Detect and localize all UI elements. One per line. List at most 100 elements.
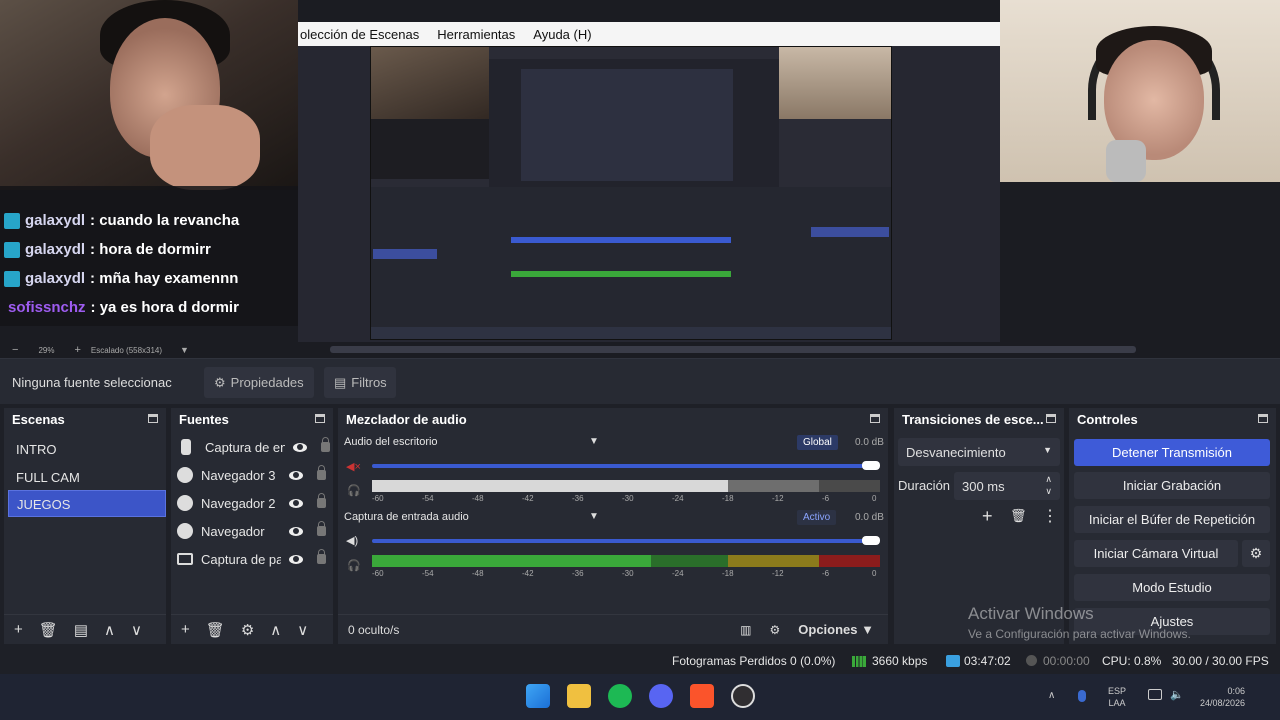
filter-icon[interactable]: ▤ (74, 621, 88, 639)
add-icon[interactable]: + (181, 621, 190, 638)
preview-canvas[interactable] (370, 46, 892, 340)
lock-icon[interactable] (317, 521, 326, 536)
options-label: Opciones (798, 622, 858, 637)
visibility-eye-icon[interactable] (289, 526, 303, 536)
scale-dropdown-icon[interactable]: ▼ (180, 345, 189, 355)
visibility-eye-icon[interactable] (289, 470, 303, 480)
trash-icon[interactable]: 🗑 (1010, 508, 1027, 524)
scene-item-intro[interactable]: INTRO (8, 436, 166, 463)
channel-menu-icon[interactable]: ▼ (589, 511, 599, 522)
spotify-icon[interactable] (608, 684, 632, 708)
properties-button[interactable]: ⚙ Propiedades (204, 367, 314, 398)
volume-slider[interactable] (372, 539, 872, 543)
visibility-eye-icon[interactable] (289, 498, 303, 508)
file-explorer-icon[interactable] (567, 684, 591, 708)
chat-message: galaxydl : hora de dormirr (4, 241, 211, 258)
lock-icon[interactable] (317, 493, 326, 508)
browser-globe-icon (177, 495, 193, 511)
trash-icon[interactable]: 🗑 (39, 621, 58, 639)
source-item[interactable]: Navegador 3 (177, 462, 331, 488)
nested-taskbar (371, 327, 891, 339)
move-up-icon[interactable]: ∧ (104, 621, 115, 639)
keyboard-layout: LAA (1108, 698, 1126, 708)
chat-badge-icon (4, 270, 20, 287)
source-name: Captura de en (205, 439, 285, 455)
volume-slider[interactable] (372, 464, 872, 468)
visibility-eye-icon[interactable] (293, 442, 307, 452)
duration-stepper[interactable]: ∧ ∨ (1045, 473, 1052, 497)
undock-icon[interactable] (148, 414, 158, 423)
filters-button[interactable]: ▤ Filtros (324, 367, 396, 398)
scenes-toolbar: + 🗑 ▤ ∧ ∨ (4, 614, 166, 644)
source-item[interactable]: Navegador 2 (177, 490, 331, 516)
trash-icon[interactable]: 🗑 (206, 621, 225, 639)
undock-icon[interactable] (1258, 414, 1268, 423)
start-replay-buffer-button[interactable]: Iniciar el Búfer de Repetición (1074, 506, 1270, 533)
zoom-out-button[interactable]: − (12, 344, 18, 356)
clock[interactable]: 0:06 24/08/2026 (1200, 685, 1245, 709)
source-item[interactable]: Navegador (177, 518, 331, 544)
source-item[interactable]: Captura de pa (177, 546, 331, 572)
filters-label: Filtros (351, 375, 387, 390)
visibility-eye-icon[interactable] (289, 554, 303, 564)
network-icon[interactable] (1148, 689, 1162, 700)
nested-capture-inner (521, 69, 733, 181)
move-down-icon[interactable]: ∨ (131, 621, 142, 639)
move-down-icon[interactable]: ∨ (297, 621, 308, 639)
add-icon[interactable]: + (982, 506, 993, 527)
lock-icon[interactable] (317, 465, 326, 480)
undock-icon[interactable] (1046, 414, 1056, 423)
windows-start-icon[interactable] (526, 684, 550, 708)
channel-badge: Global (797, 435, 838, 450)
duration-input[interactable]: 300 ms ∧ ∨ (954, 472, 1060, 500)
transition-select[interactable]: Desvanecimiento ▼ (898, 438, 1060, 466)
volume-icon[interactable]: 🔈 (1170, 688, 1184, 701)
scene-item-full-cam[interactable]: FULL CAM (8, 464, 166, 491)
dock-title: Mezclador de audio (346, 412, 467, 427)
tray-mic-icon[interactable] (1078, 690, 1086, 702)
language-indicator[interactable]: ESP LAA (1108, 685, 1126, 709)
scene-item-juegos[interactable]: JUEGOS (8, 490, 166, 517)
no-source-label: Ninguna fuente seleccionac (12, 375, 172, 390)
gear-icon[interactable]: ⚙ (241, 621, 254, 639)
add-icon[interactable]: + (14, 621, 23, 638)
preview-scrollbar[interactable] (330, 346, 1136, 353)
lock-icon[interactable] (317, 549, 326, 564)
zoom-level: 29% (38, 345, 55, 355)
microphone-icon (181, 439, 191, 455)
brave-browser-icon[interactable] (690, 684, 714, 708)
scenes-dock: Escenas INTRO FULL CAM JUEGOS + 🗑 ▤ ∧ ∨ (4, 408, 166, 644)
move-up-icon[interactable]: ∧ (270, 621, 281, 639)
meter-scale-tick: -42 (522, 569, 534, 578)
discord-icon[interactable] (649, 684, 673, 708)
properties-bar (0, 358, 1280, 404)
volume-slider-thumb[interactable] (862, 461, 880, 470)
more-options-icon[interactable]: ⋮ (1042, 506, 1058, 526)
meter-scale-tick: -12 (772, 494, 784, 503)
advanced-audio-icon[interactable]: ⚙ (770, 623, 781, 637)
speaker-icon[interactable]: ◀) (346, 534, 358, 547)
start-recording-button[interactable]: Iniciar Grabación (1074, 472, 1270, 499)
undock-icon[interactable] (870, 414, 880, 423)
chat-username: galaxydl (25, 270, 86, 287)
source-item[interactable]: Captura de en (177, 434, 331, 460)
lock-icon[interactable] (321, 437, 330, 452)
headphones-icon[interactable]: 🎧 (347, 484, 361, 497)
channel-menu-icon[interactable]: ▼ (589, 436, 599, 447)
headphones-icon[interactable]: 🎧 (347, 559, 361, 572)
undock-icon[interactable] (315, 414, 325, 423)
volume-slider-thumb[interactable] (862, 536, 880, 545)
muted-speaker-icon[interactable]: ◀× (346, 460, 361, 473)
studio-mode-button[interactable]: Modo Estudio (1074, 574, 1270, 601)
obs-studio-icon[interactable] (731, 684, 755, 708)
vertical-layout-icon[interactable]: ▥ (740, 623, 751, 637)
signal-bars-icon (852, 656, 866, 667)
record-icon (1026, 655, 1037, 666)
mixer-options-button[interactable]: Opciones ▼ (798, 622, 874, 637)
meter-scale-tick: -30 (622, 569, 634, 578)
virtual-camera-settings-gear-icon[interactable]: ⚙ (1242, 540, 1270, 567)
zoom-in-button[interactable]: + (74, 344, 80, 356)
start-virtual-camera-button[interactable]: Iniciar Cámara Virtual (1074, 540, 1238, 567)
tray-chevron-icon[interactable]: ∧ (1048, 690, 1055, 701)
stop-streaming-button[interactable]: Detener Transmisión (1074, 439, 1270, 466)
